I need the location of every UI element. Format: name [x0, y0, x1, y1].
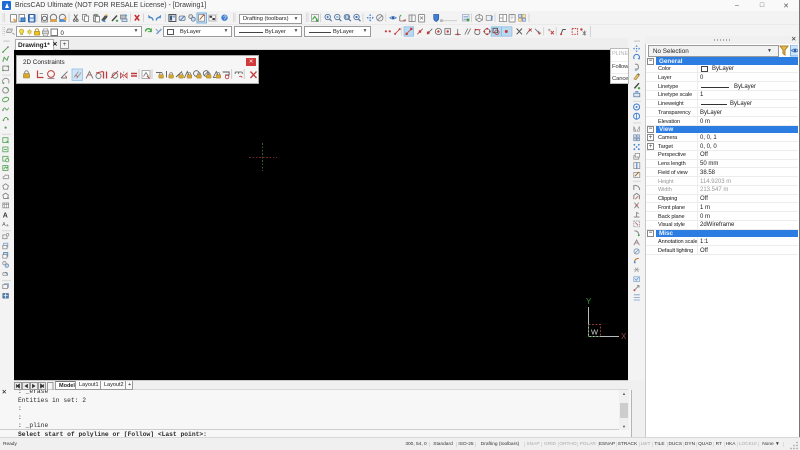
svg-text:W: W [591, 328, 599, 337]
svg-text:X: X [621, 332, 627, 341]
svg-text:A: A [3, 213, 8, 220]
svg-text:Y: Y [586, 297, 592, 306]
svg-text:A: A [2, 222, 6, 228]
svg-text:0: 0 [61, 31, 65, 37]
